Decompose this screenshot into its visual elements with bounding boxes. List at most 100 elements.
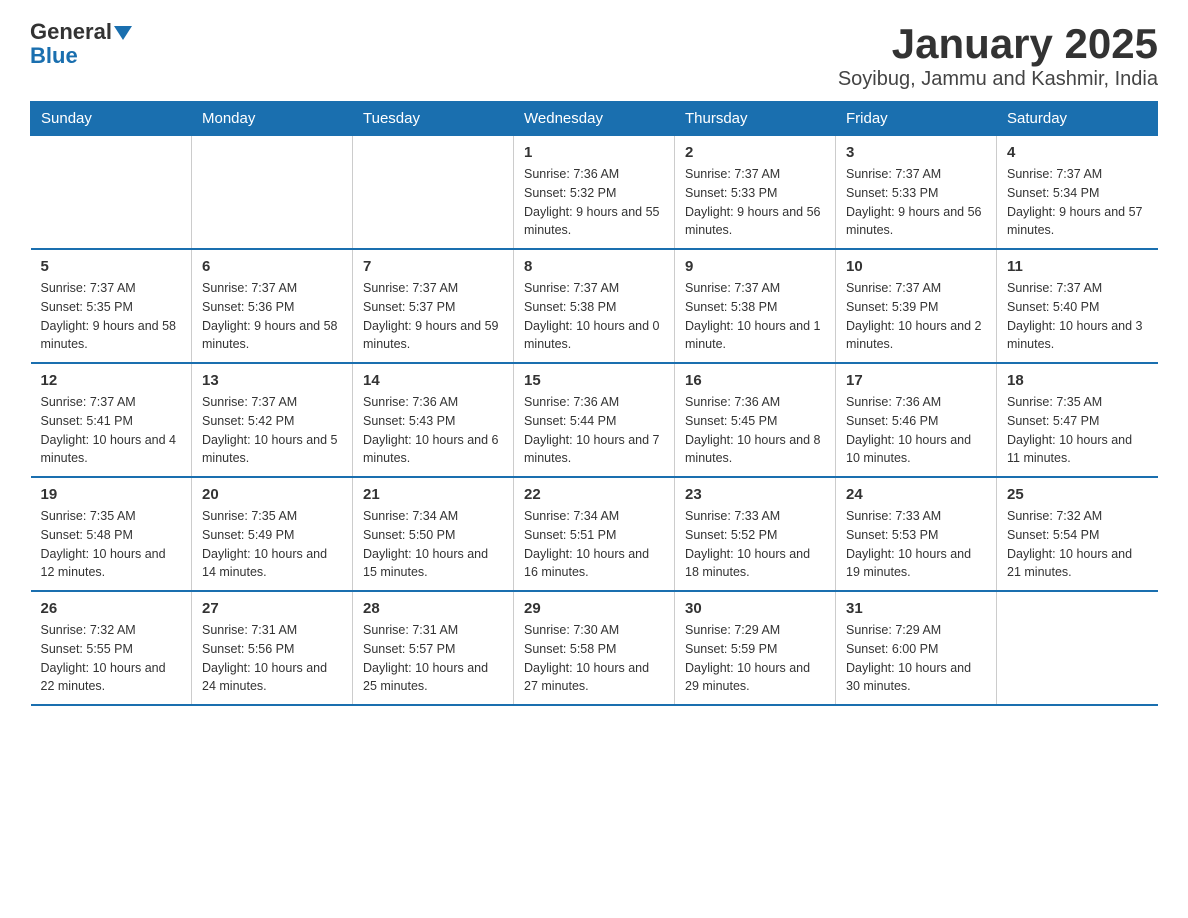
day-info: Sunrise: 7:30 AM Sunset: 5:58 PM Dayligh…	[524, 621, 664, 696]
day-info: Sunrise: 7:31 AM Sunset: 5:56 PM Dayligh…	[202, 621, 342, 696]
day-info: Sunrise: 7:36 AM Sunset: 5:43 PM Dayligh…	[363, 393, 503, 468]
day-number: 27	[202, 600, 342, 617]
day-number: 19	[41, 486, 182, 503]
day-number: 18	[1007, 372, 1148, 389]
day-number: 28	[363, 600, 503, 617]
calendar-cell: 9Sunrise: 7:37 AM Sunset: 5:38 PM Daylig…	[675, 249, 836, 363]
calendar-cell: 10Sunrise: 7:37 AM Sunset: 5:39 PM Dayli…	[836, 249, 997, 363]
day-info: Sunrise: 7:33 AM Sunset: 5:53 PM Dayligh…	[846, 507, 986, 582]
calendar-cell	[31, 136, 192, 250]
day-number: 15	[524, 372, 664, 389]
calendar-cell: 19 Sunrise: 7:35 AM Sunset: 5:48 PM Dayli…	[31, 477, 192, 591]
calendar-cell: 8 Sunrise: 7:37 AM Sunset: 5:38 PM Daylig…	[514, 249, 675, 363]
day-number: 2	[685, 144, 825, 161]
calendar-cell: 25 Sunrise: 7:32 AM Sunset: 5:54 PM Dayli…	[997, 477, 1158, 591]
day-of-week-header: Sunday	[31, 102, 192, 136]
day-info: Sunrise: 7:36 AM Sunset: 5:32 PM Dayligh…	[524, 165, 664, 240]
day-info: Sunrise: 7:34 AM Sunset: 5:50 PM Dayligh…	[363, 507, 503, 582]
day-of-week-header: Saturday	[997, 102, 1158, 136]
calendar-cell: 11 Sunrise: 7:37 AM Sunset: 5:40 PM Dayli…	[997, 249, 1158, 363]
calendar-cell: 18 Sunrise: 7:35 AM Sunset: 5:47 PM Dayli…	[997, 363, 1158, 477]
day-info: Sunrise: 7:32 AM Sunset: 5:54 PM Dayligh…	[1007, 507, 1148, 582]
calendar-cell: 29 Sunrise: 7:30 AM Sunset: 5:58 PM Dayli…	[514, 591, 675, 705]
calendar-header-row: SundayMondayTuesdayWednesdayThursdayFrid…	[31, 102, 1158, 136]
day-number: 24	[846, 486, 986, 503]
day-of-week-header: Tuesday	[353, 102, 514, 136]
calendar-cell: 2Sunrise: 7:37 AM Sunset: 5:33 PM Daylig…	[675, 136, 836, 250]
day-info: Sunrise: 7:37 AM Sunset: 5:42 PM Dayligh…	[202, 393, 342, 468]
calendar-cell: 4Sunrise: 7:37 AM Sunset: 5:34 PM Daylig…	[997, 136, 1158, 250]
calendar-cell: 15 Sunrise: 7:36 AM Sunset: 5:44 PM Dayli…	[514, 363, 675, 477]
day-number: 10	[846, 258, 986, 275]
calendar-cell: 13 Sunrise: 7:37 AM Sunset: 5:42 PM Dayli…	[192, 363, 353, 477]
calendar-cell: 7 Sunrise: 7:37 AM Sunset: 5:37 PM Daylig…	[353, 249, 514, 363]
calendar-cell: 14 Sunrise: 7:36 AM Sunset: 5:43 PM Dayli…	[353, 363, 514, 477]
day-info: Sunrise: 7:29 AM Sunset: 5:59 PM Dayligh…	[685, 621, 825, 696]
calendar-cell: 23 Sunrise: 7:33 AM Sunset: 5:52 PM Dayli…	[675, 477, 836, 591]
day-info: Sunrise: 7:37 AM Sunset: 5:36 PM Dayligh…	[202, 279, 342, 354]
calendar-cell: 21Sunrise: 7:34 AM Sunset: 5:50 PM Dayli…	[353, 477, 514, 591]
calendar-cell: 5 Sunrise: 7:37 AM Sunset: 5:35 PM Daylig…	[31, 249, 192, 363]
logo-general: General	[30, 19, 112, 44]
calendar-cell: 31Sunrise: 7:29 AM Sunset: 6:00 PM Dayli…	[836, 591, 997, 705]
calendar-week-row: 26 Sunrise: 7:32 AM Sunset: 5:55 PM Dayli…	[31, 591, 1158, 705]
day-info: Sunrise: 7:36 AM Sunset: 5:46 PM Dayligh…	[846, 393, 986, 468]
day-number: 6	[202, 258, 342, 275]
calendar-cell	[192, 136, 353, 250]
day-of-week-header: Friday	[836, 102, 997, 136]
day-number: 23	[685, 486, 825, 503]
day-info: Sunrise: 7:37 AM Sunset: 5:37 PM Dayligh…	[363, 279, 503, 354]
calendar-table: SundayMondayTuesdayWednesdayThursdayFrid…	[30, 101, 1158, 706]
day-number: 31	[846, 600, 986, 617]
calendar-cell: 3 Sunrise: 7:37 AM Sunset: 5:33 PM Daylig…	[836, 136, 997, 250]
location: Soyibug, Jammu and Kashmir, India	[838, 68, 1158, 91]
day-number: 26	[41, 600, 182, 617]
day-of-week-header: Wednesday	[514, 102, 675, 136]
day-info: Sunrise: 7:36 AM Sunset: 5:44 PM Dayligh…	[524, 393, 664, 468]
day-info: Sunrise: 7:35 AM Sunset: 5:48 PM Dayligh…	[41, 507, 182, 582]
calendar-cell	[997, 591, 1158, 705]
page-header: General Blue January 2025 Soyibug, Jammu…	[30, 20, 1158, 91]
day-number: 20	[202, 486, 342, 503]
calendar-week-row: 12 Sunrise: 7:37 AM Sunset: 5:41 PM Dayli…	[31, 363, 1158, 477]
calendar-week-row: 5 Sunrise: 7:37 AM Sunset: 5:35 PM Daylig…	[31, 249, 1158, 363]
logo: General Blue	[30, 20, 132, 68]
title-block: January 2025 Soyibug, Jammu and Kashmir,…	[838, 20, 1158, 91]
calendar-cell: 16Sunrise: 7:36 AM Sunset: 5:45 PM Dayli…	[675, 363, 836, 477]
day-number: 25	[1007, 486, 1148, 503]
day-info: Sunrise: 7:36 AM Sunset: 5:45 PM Dayligh…	[685, 393, 825, 468]
calendar-cell	[353, 136, 514, 250]
day-info: Sunrise: 7:37 AM Sunset: 5:40 PM Dayligh…	[1007, 279, 1148, 354]
day-number: 8	[524, 258, 664, 275]
day-info: Sunrise: 7:37 AM Sunset: 5:41 PM Dayligh…	[41, 393, 182, 468]
day-number: 7	[363, 258, 503, 275]
day-info: Sunrise: 7:33 AM Sunset: 5:52 PM Dayligh…	[685, 507, 825, 582]
calendar-cell: 30Sunrise: 7:29 AM Sunset: 5:59 PM Dayli…	[675, 591, 836, 705]
day-info: Sunrise: 7:35 AM Sunset: 5:49 PM Dayligh…	[202, 507, 342, 582]
day-of-week-header: Monday	[192, 102, 353, 136]
calendar-cell: 24 Sunrise: 7:33 AM Sunset: 5:53 PM Dayli…	[836, 477, 997, 591]
day-info: Sunrise: 7:35 AM Sunset: 5:47 PM Dayligh…	[1007, 393, 1148, 468]
calendar-cell: 1 Sunrise: 7:36 AM Sunset: 5:32 PM Daylig…	[514, 136, 675, 250]
day-info: Sunrise: 7:37 AM Sunset: 5:38 PM Dayligh…	[524, 279, 664, 354]
calendar-cell: 28Sunrise: 7:31 AM Sunset: 5:57 PM Dayli…	[353, 591, 514, 705]
calendar-week-row: 19 Sunrise: 7:35 AM Sunset: 5:48 PM Dayli…	[31, 477, 1158, 591]
day-number: 3	[846, 144, 986, 161]
day-number: 11	[1007, 258, 1148, 275]
day-number: 13	[202, 372, 342, 389]
day-number: 4	[1007, 144, 1148, 161]
day-number: 29	[524, 600, 664, 617]
day-number: 5	[41, 258, 182, 275]
calendar-cell: 6 Sunrise: 7:37 AM Sunset: 5:36 PM Daylig…	[192, 249, 353, 363]
day-number: 12	[41, 372, 182, 389]
calendar-cell: 22Sunrise: 7:34 AM Sunset: 5:51 PM Dayli…	[514, 477, 675, 591]
day-info: Sunrise: 7:37 AM Sunset: 5:35 PM Dayligh…	[41, 279, 182, 354]
day-info: Sunrise: 7:34 AM Sunset: 5:51 PM Dayligh…	[524, 507, 664, 582]
calendar-week-row: 1 Sunrise: 7:36 AM Sunset: 5:32 PM Daylig…	[31, 136, 1158, 250]
day-info: Sunrise: 7:37 AM Sunset: 5:33 PM Dayligh…	[846, 165, 986, 240]
day-number: 14	[363, 372, 503, 389]
day-info: Sunrise: 7:37 AM Sunset: 5:38 PM Dayligh…	[685, 279, 825, 354]
day-info: Sunrise: 7:32 AM Sunset: 5:55 PM Dayligh…	[41, 621, 182, 696]
day-number: 1	[524, 144, 664, 161]
month-title: January 2025	[838, 20, 1158, 68]
